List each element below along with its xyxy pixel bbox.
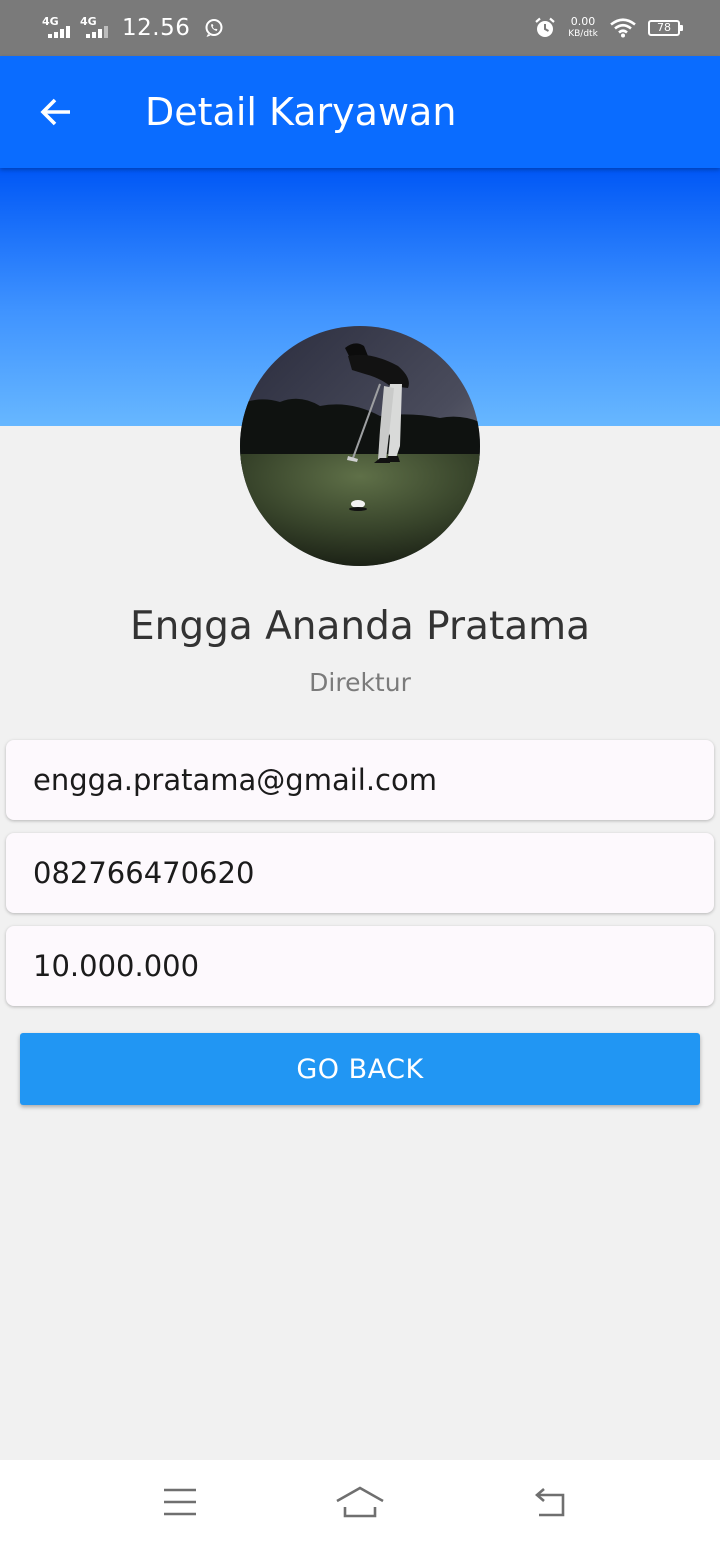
menu-icon	[164, 1488, 196, 1516]
speed-value: 0.00	[570, 15, 596, 28]
nav-home-button[interactable]	[330, 1477, 390, 1527]
go-back-button[interactable]: GO BACK	[20, 1033, 700, 1105]
network-indicator-1: 4G	[42, 16, 76, 40]
nav-back-button[interactable]	[519, 1477, 579, 1527]
alarm-icon	[535, 17, 555, 37]
signal-icon	[48, 26, 70, 38]
nav-menu-button[interactable]	[150, 1477, 210, 1527]
navigation-bar	[0, 1460, 720, 1544]
arrow-left-icon	[40, 98, 70, 126]
battery-indicator: 78	[648, 20, 683, 36]
email-card: engga.pratama@gmail.com	[6, 740, 714, 820]
back-icon	[535, 1488, 565, 1517]
back-button[interactable]	[20, 82, 92, 142]
profile-photo	[240, 326, 480, 566]
employee-name: Engga Ananda Pratama	[129, 604, 591, 649]
home-icon	[336, 1486, 384, 1518]
status-right: 0.00 KB/dtk 78	[534, 0, 683, 56]
wifi-icon	[610, 18, 636, 38]
network-indicator-2: 4G	[80, 16, 114, 40]
battery-level: 78	[657, 21, 671, 34]
status-left: 4G 4G 12.56	[42, 0, 224, 56]
network-speed: 0.00 KB/dtk	[564, 16, 602, 40]
avatar	[240, 326, 480, 566]
employee-role: Direktur	[309, 668, 411, 697]
app-bar: Detail Karyawan	[0, 56, 720, 168]
salary-card: 10.000.000	[6, 926, 714, 1006]
page-title: Detail Karyawan	[145, 90, 457, 134]
speed-unit: KB/dtk	[568, 29, 598, 39]
signal-icon	[86, 26, 108, 38]
status-bar: 4G 4G 12.56 0.00 KB/dtk 78	[0, 0, 720, 56]
whatsapp-icon	[205, 19, 223, 37]
phone-card: 082766470620	[6, 833, 714, 913]
status-time: 12.56	[122, 15, 191, 41]
